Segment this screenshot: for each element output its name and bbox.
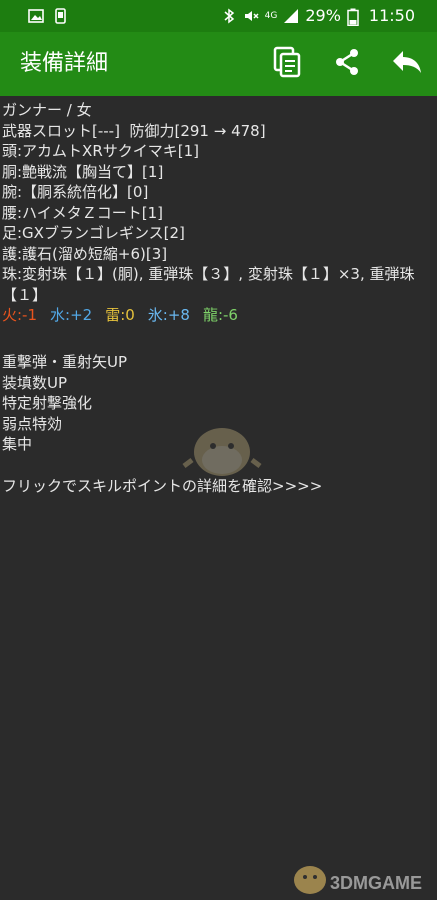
charm: 護:護石(溜め短縮+6)[3] bbox=[2, 244, 168, 263]
head-armor: 頭:アカムトXRサクイマキ[1] bbox=[2, 142, 200, 160]
elemental-resistances: 火:-1 水:+2 雷:0 氷:+8 龍:-6 bbox=[2, 305, 435, 326]
decorations: 珠:変射珠【１】(胴), 重弾珠【３】, 変射珠【１】×3, 重弾珠【１】 bbox=[2, 265, 415, 304]
mute-icon bbox=[243, 8, 259, 24]
status-bar: 4G 29% 11:50 bbox=[0, 0, 437, 32]
clock: 11:50 bbox=[368, 6, 415, 25]
app-bar-actions bbox=[257, 32, 437, 96]
reply-arrow-icon bbox=[391, 49, 423, 79]
signal-icon bbox=[283, 8, 299, 24]
body-armor: 胴:艶戦流【胸当て】[1] bbox=[2, 162, 164, 181]
device-notification-icon bbox=[52, 8, 68, 24]
watermark-text: 3DMGAME bbox=[330, 873, 423, 893]
ice-resistance: 氷:+8 bbox=[147, 306, 190, 324]
waist-armor: 腰:ハイメタＺコート[1] bbox=[2, 203, 164, 222]
bluetooth-icon bbox=[221, 8, 237, 24]
fire-resistance: 火:-1 bbox=[2, 306, 38, 324]
gallery-notification-icon bbox=[28, 8, 44, 24]
battery-icon bbox=[347, 8, 363, 27]
arm-armor: 腕:【胴系統倍化】[0] bbox=[2, 183, 149, 201]
battery-percent: 29% bbox=[305, 6, 341, 25]
skill-item: 重撃弾・重射矢UP bbox=[2, 353, 128, 371]
weapon-slot-defense: 武器スロット[---] 防御力[291 → 478] bbox=[2, 121, 266, 140]
skill-item: 弱点特効 bbox=[2, 414, 63, 433]
page-title: 装備詳細 bbox=[20, 51, 109, 76]
share-icon bbox=[334, 48, 360, 80]
skill-item: 集中 bbox=[2, 435, 33, 453]
equipment-details: ガンナー / 女 武器スロット[---] 防御力[291 → 478] 頭:アカ… bbox=[2, 100, 435, 496]
share-button[interactable] bbox=[317, 32, 377, 96]
thunder-resistance: 雷:0 bbox=[105, 306, 135, 324]
copy-button[interactable] bbox=[257, 32, 317, 96]
back-button[interactable] bbox=[377, 32, 437, 96]
skill-item: 装填数UP bbox=[2, 373, 68, 392]
skill-points-detail-link[interactable]: フリックでスキルポイントの詳細を確認>>>> bbox=[2, 476, 435, 497]
network-type-label: 4G bbox=[264, 11, 278, 21]
leg-armor: 足:GXブランゴレギンス[2] bbox=[2, 224, 185, 242]
hunter-class: ガンナー / 女 bbox=[2, 101, 92, 119]
dragon-resistance: 龍:-6 bbox=[202, 306, 238, 324]
app-bar: 装備詳細 bbox=[0, 32, 437, 96]
skill-item: 特定射撃強化 bbox=[2, 394, 93, 412]
copy-icon bbox=[273, 46, 301, 82]
water-resistance: 水:+2 bbox=[50, 306, 93, 324]
